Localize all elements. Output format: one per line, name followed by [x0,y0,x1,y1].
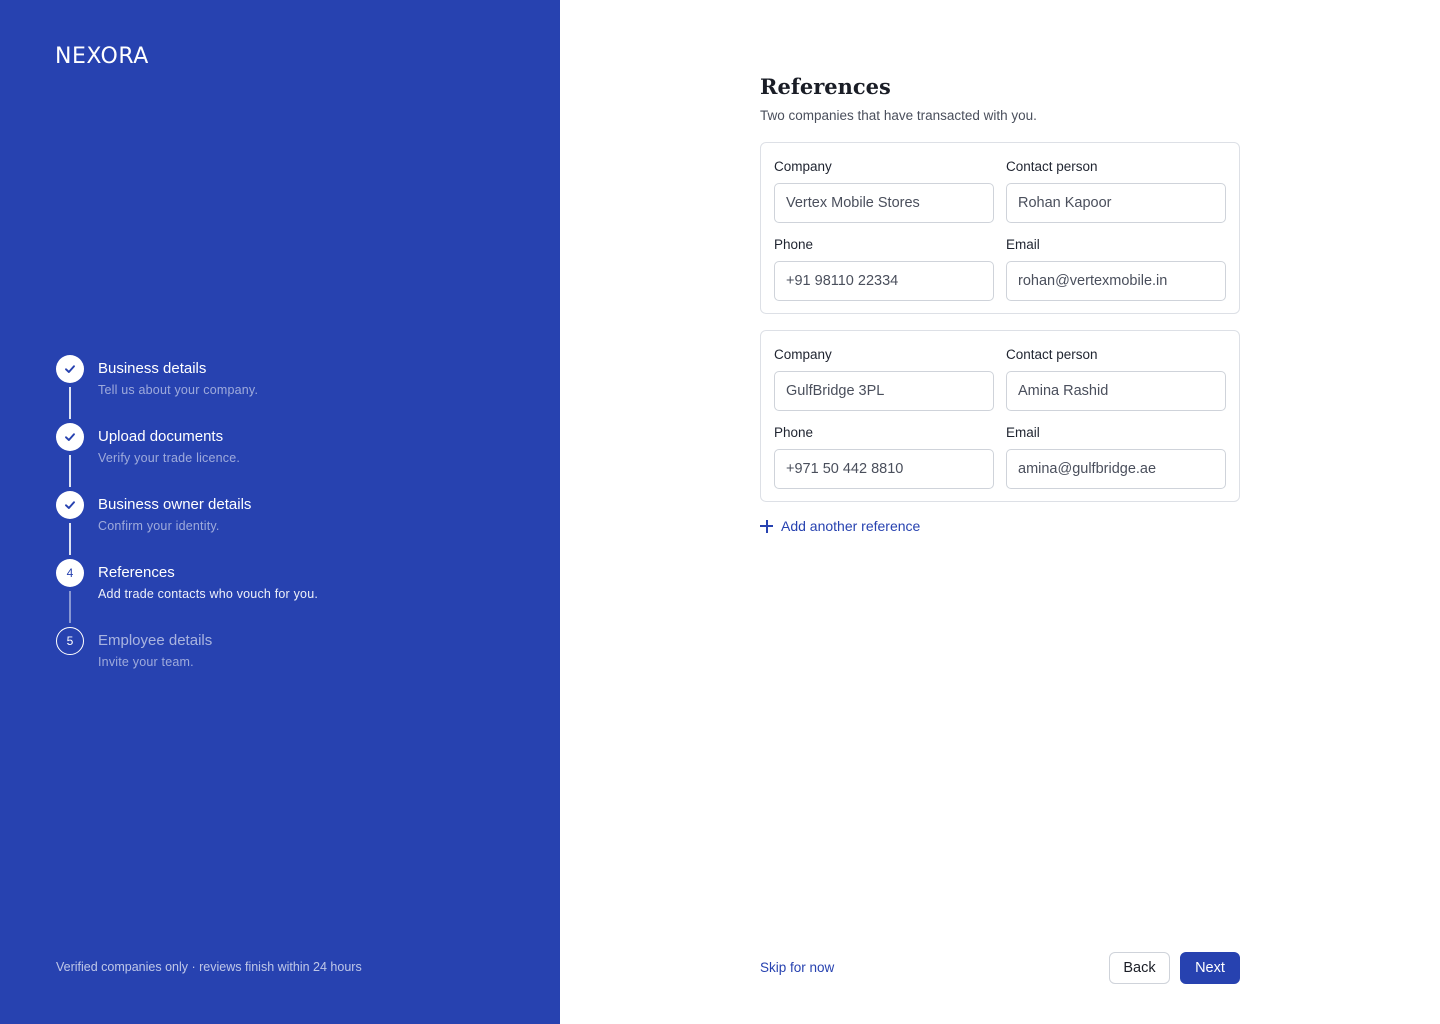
step-description: Confirm your identity. [98,519,220,533]
check-icon [65,501,75,509]
company-label: Company [774,347,832,362]
email-label: Email [1006,237,1040,252]
page-title: References [760,74,891,99]
next-button[interactable]: Next [1180,952,1240,984]
step-completed-marker [56,491,84,519]
phone-label: Phone [774,425,814,440]
page-subtitle: Two companies that have transacted with … [760,108,1037,123]
email-label: Email [1006,425,1040,440]
phone-input[interactable] [774,261,994,301]
contact-person-field: Contact person [1006,159,1226,223]
phone-label: Phone [774,237,814,252]
step-description: Tell us about your company. [98,383,259,397]
step-description: Verify your trade licence. [98,451,241,465]
reference-card: Company Contact person Phone Email [760,330,1240,502]
reference-card: Company Contact person Phone Email [760,142,1240,314]
email-input[interactable] [1006,261,1226,301]
step-connector [69,387,71,419]
add-reference-button[interactable]: Add another reference [760,518,920,534]
company-input[interactable] [774,183,994,223]
email-field: Email [1006,425,1226,489]
step-number-marker: 5 [56,627,84,655]
step-title: Business details [98,360,207,377]
email-input[interactable] [1006,449,1226,489]
phone-field: Phone [774,237,994,301]
step-title: Employee details [98,632,213,649]
step-description: Invite your team. [98,655,194,669]
sidebar: NEXORA Business details Tell us about yo… [0,0,560,1024]
company-field: Company [774,347,994,411]
skip-for-now-link[interactable]: Skip for now [760,960,834,975]
step-number-marker: 4 [56,559,84,587]
sidebar-footer-note: Verified companies only · reviews finish… [56,960,362,974]
phone-field: Phone [774,425,994,489]
check-icon [65,433,75,441]
email-field: Email [1006,237,1226,301]
step-description: Add trade contacts who vouch for you. [98,587,319,601]
step-connector [69,455,71,487]
add-reference-label: Add another reference [781,518,921,534]
step-completed-marker [56,355,84,383]
company-input[interactable] [774,371,994,411]
contact-person-input[interactable] [1006,371,1226,411]
back-button[interactable]: Back [1109,952,1170,984]
step-title: References [98,564,175,581]
step-title: Upload documents [98,428,224,445]
contact-person-label: Contact person [1006,159,1098,174]
contact-person-field: Contact person [1006,347,1226,411]
step-connector [69,523,71,555]
company-label: Company [774,159,832,174]
check-icon [65,365,75,373]
phone-input[interactable] [774,449,994,489]
contact-person-label: Contact person [1006,347,1098,362]
contact-person-input[interactable] [1006,183,1226,223]
step-completed-marker [56,423,84,451]
step-title: Business owner details [98,496,252,513]
brand-logo: NEXORA [55,44,149,69]
company-field: Company [774,159,994,223]
step-connector [69,591,71,623]
plus-icon [760,519,773,533]
